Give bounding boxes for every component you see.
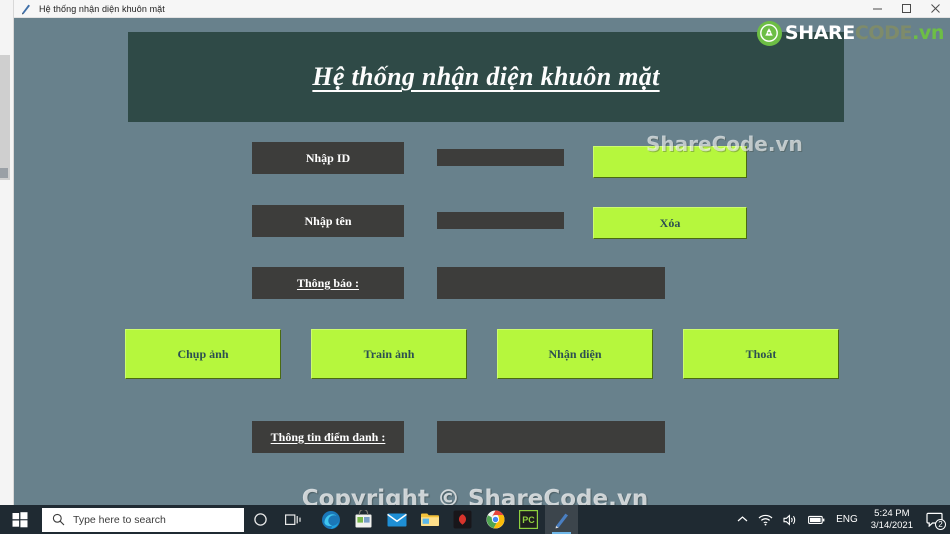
search-placeholder: Type here to search xyxy=(73,513,166,526)
edge-icon[interactable] xyxy=(314,505,347,534)
label-nhap-ten: Nhập tên xyxy=(252,205,404,237)
label-thong-bao: Thông báo : xyxy=(252,267,404,299)
maximize-button[interactable] xyxy=(892,0,921,18)
red-app-icon[interactable] xyxy=(446,505,479,534)
language-indicator[interactable]: ENG xyxy=(830,514,864,525)
input-nhap-id[interactable] xyxy=(437,149,564,166)
capture-photo-button[interactable]: Chụp ảnh xyxy=(125,329,281,379)
exit-button-label: Thoát xyxy=(745,346,777,361)
taskbar: Type here to search PC ENG 5:24 PM 3/14/… xyxy=(0,505,950,534)
label-nhap-id: Nhập ID xyxy=(252,142,404,174)
output-thong-tin-diem-danh xyxy=(437,421,665,453)
window-title-bar: Hệ thống nhận diện khuôn mặt xyxy=(14,0,950,18)
app-banner: Hệ thống nhận diện khuôn mặt xyxy=(128,32,844,122)
label-thong-tin-diem-danh: Thông tin điểm danh : xyxy=(252,421,404,453)
train-photo-button[interactable]: Train ảnh xyxy=(311,329,467,379)
train-photo-button-label: Train ảnh xyxy=(363,346,415,361)
label-nhap-id-text: Nhập ID xyxy=(305,150,351,165)
screen: Hệ thống nhận diện khuôn mặt SHARECODE.v… xyxy=(0,0,950,534)
start-button[interactable] xyxy=(0,505,40,534)
taskbar-app-list: PC xyxy=(314,505,578,534)
sharecode-logo: SHARECODE.vn xyxy=(756,18,944,48)
app-client-area: SHARECODE.vn Hệ thống nhận diện khuôn mặ… xyxy=(14,18,950,505)
background-window-panel xyxy=(0,55,10,180)
svg-text:PC: PC xyxy=(522,515,535,525)
exit-button[interactable]: Thoát xyxy=(683,329,839,379)
page-title: Hệ thống nhận diện khuôn mặt xyxy=(312,62,660,91)
search-icon xyxy=(52,513,65,526)
capture-photo-button-label: Chụp ảnh xyxy=(177,346,229,361)
cortana-button[interactable] xyxy=(244,505,277,534)
notifications-button[interactable]: 2 xyxy=(920,505,948,534)
pycharm-icon[interactable]: PC xyxy=(512,505,545,534)
delete-button[interactable]: Xóa xyxy=(593,207,747,239)
sharecode-logo-icon xyxy=(756,20,782,46)
clock[interactable]: 5:24 PM 3/14/2021 xyxy=(864,505,920,534)
file-explorer-icon[interactable] xyxy=(413,505,446,534)
recognize-button-label: Nhận diện xyxy=(548,346,602,361)
delete-button-label: Xóa xyxy=(659,215,681,230)
task-view-button[interactable] xyxy=(277,505,310,534)
clock-date: 3/14/2021 xyxy=(870,519,913,531)
output-thong-bao xyxy=(437,267,665,299)
network-icon[interactable] xyxy=(753,505,778,534)
label-thong-bao-text: Thông báo : xyxy=(296,275,360,290)
system-tray: ENG 5:24 PM 3/14/2021 2 xyxy=(732,505,950,534)
chrome-icon[interactable] xyxy=(479,505,512,534)
window-controls xyxy=(863,0,950,18)
logo-code-text: CODE xyxy=(854,21,913,44)
microsoft-store-icon[interactable] xyxy=(347,505,380,534)
background-window-tab xyxy=(0,168,8,178)
window-title: Hệ thống nhận diện khuôn mặt xyxy=(39,3,165,14)
python-editor-icon xyxy=(18,1,34,17)
clock-time: 5:24 PM xyxy=(874,507,910,519)
mail-icon[interactable] xyxy=(380,505,413,534)
label-thong-tin-diem-danh-text: Thông tin điểm danh : xyxy=(270,429,386,444)
volume-icon[interactable] xyxy=(778,505,803,534)
sharecode-logo-text: SHARECODE.vn xyxy=(784,21,944,44)
recognize-button[interactable]: Nhận diện xyxy=(497,329,653,379)
label-nhap-ten-text: Nhập tên xyxy=(304,213,352,228)
close-button[interactable] xyxy=(921,0,950,18)
add-button[interactable] xyxy=(593,146,747,178)
input-nhap-ten[interactable] xyxy=(437,212,564,229)
minimize-button[interactable] xyxy=(863,0,892,18)
notification-badge: 2 xyxy=(935,519,946,530)
python-editor-icon[interactable] xyxy=(545,505,578,534)
logo-vn-text: .vn xyxy=(912,21,944,44)
battery-icon[interactable] xyxy=(803,505,830,534)
logo-share-text: SHARE xyxy=(784,21,855,44)
show-hidden-icons-button[interactable] xyxy=(732,505,753,534)
search-input[interactable]: Type here to search xyxy=(42,507,244,532)
